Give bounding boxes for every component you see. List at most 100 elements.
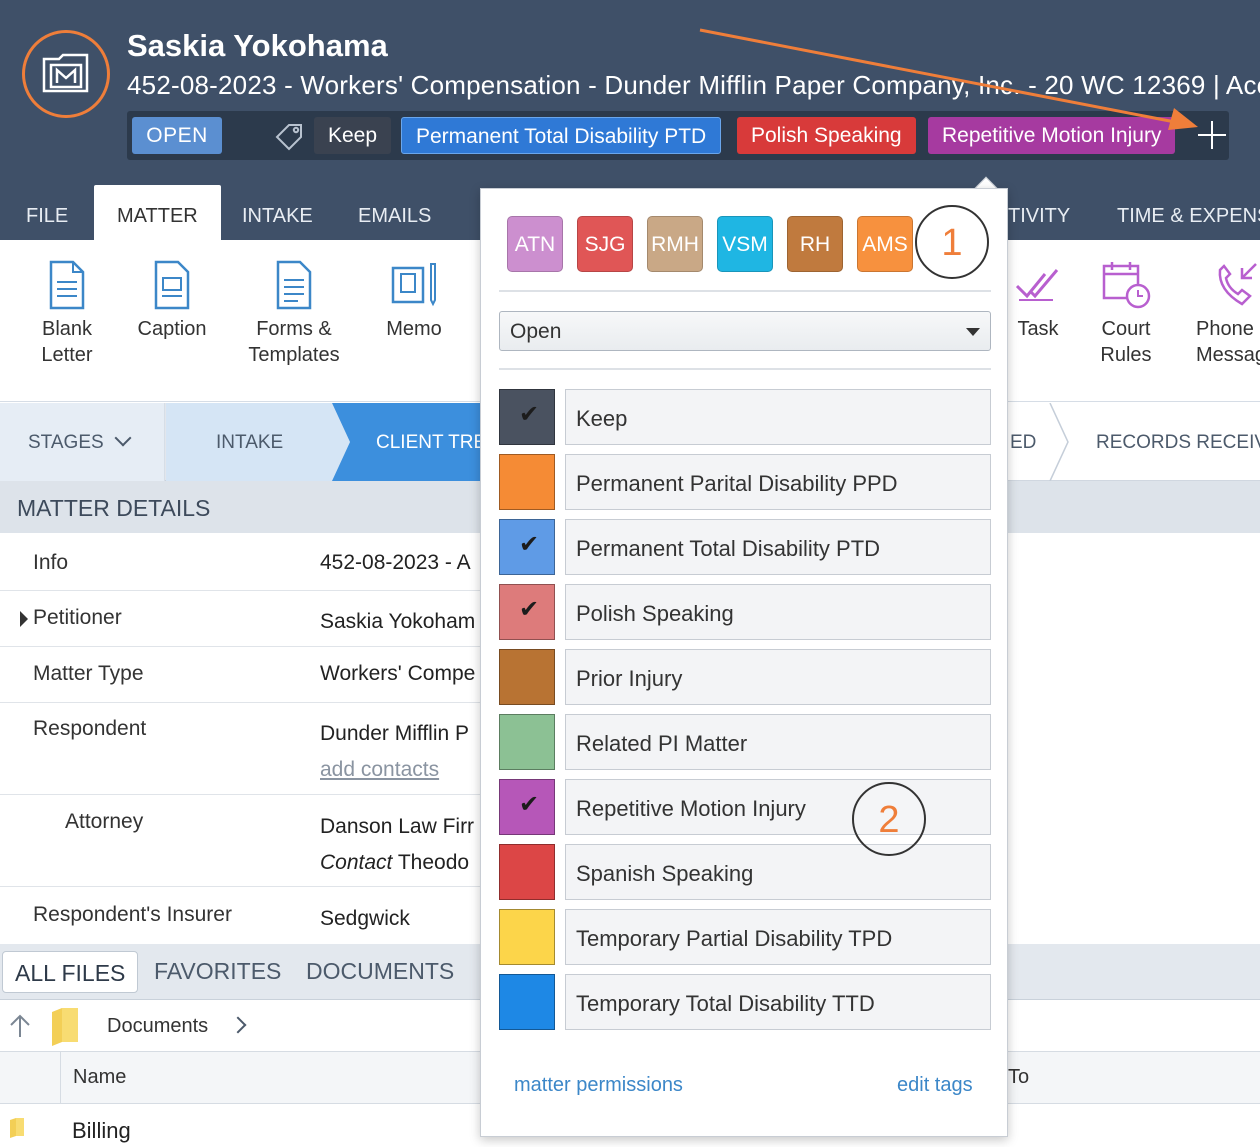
breadcrumb-documents[interactable]: Documents <box>107 1015 208 1038</box>
chevron-right-icon[interactable] <box>229 1016 247 1034</box>
stages-dropdown[interactable]: STAGES <box>28 403 132 481</box>
insurer-value[interactable]: Sedgwick <box>320 907 410 931</box>
stages-label: STAGES <box>28 432 104 453</box>
task-label: Task <box>1017 318 1059 340</box>
check-icon: ✔ <box>519 531 540 558</box>
court-rules-label: Court Rules <box>1100 318 1152 366</box>
user-chip-rh[interactable]: RH <box>787 216 843 272</box>
tag-option-label[interactable]: Spanish Speaking <box>565 844 991 900</box>
calendar-clock-icon <box>1102 262 1151 309</box>
detail-row-info: Info 452-08-2023 - A <box>0 533 490 591</box>
tag-option-label[interactable]: Temporary Total Disability TTD <box>565 974 991 1030</box>
forms-templates-button[interactable]: Forms & Templates <box>244 260 344 368</box>
petitioner-value[interactable]: Saskia Yokoham <box>320 610 475 634</box>
blank-letter-button[interactable]: Blank Letter <box>28 260 106 368</box>
detail-row-insurer: Respondent's Insurer Sedgwick <box>0 887 490 944</box>
petitioner-label: Petitioner <box>33 606 122 629</box>
tag-checkbox[interactable]: ✔ <box>499 519 555 575</box>
tab-emails[interactable]: EMAILS <box>358 190 431 240</box>
user-chip-rmh[interactable]: RMH <box>647 216 703 272</box>
expand-triangle-icon[interactable] <box>20 611 28 627</box>
tag-option-ptd[interactable]: ✔ Permanent Total Disability PTD <box>499 519 991 575</box>
memo-button[interactable]: Memo <box>378 260 450 342</box>
annotation-marker-2: 2 <box>852 782 926 856</box>
stage-client-treatment[interactable]: CLIENT TRE <box>376 403 486 481</box>
attorney-value[interactable]: Danson Law Firr <box>320 815 474 839</box>
matter-permissions-link[interactable]: matter permissions <box>514 1074 683 1097</box>
tab-favorites[interactable]: FAVORITES <box>154 958 281 985</box>
folder-icon <box>52 1008 78 1046</box>
forms-templates-label: Forms & Templates <box>248 318 340 366</box>
tag-checkbox[interactable]: ✔ <box>499 584 555 640</box>
contact-value[interactable]: Theodo <box>398 851 469 874</box>
tag-checkbox[interactable]: ✔ <box>499 779 555 835</box>
tag-option-prior-injury[interactable]: Prior Injury <box>499 649 991 705</box>
document-icon <box>49 260 85 310</box>
phone-message-button[interactable]: Phone Messag <box>1196 260 1260 368</box>
detail-row-respondent: Respondent Dunder Mifflin P add contacts <box>0 703 490 795</box>
tag-option-label[interactable]: Keep <box>565 389 991 445</box>
tab-documents[interactable]: DOCUMENTS <box>306 958 454 985</box>
column-to[interactable]: To <box>1008 1066 1029 1089</box>
status-select[interactable]: Open <box>499 311 991 351</box>
tag-checkbox[interactable] <box>499 844 555 900</box>
status-select-value: Open <box>510 320 562 343</box>
tag-checkbox[interactable] <box>499 714 555 770</box>
tag-option-label[interactable]: Permanent Parital Disability PPD <box>565 454 991 510</box>
attorney-contact: Contact Theodo <box>320 851 469 875</box>
add-contacts-link[interactable]: add contacts <box>320 758 439 782</box>
task-button[interactable]: Task <box>1012 260 1064 342</box>
tag-option-label[interactable]: Permanent Total Disability PTD <box>565 519 991 575</box>
forms-icon <box>276 260 312 310</box>
tab-intake[interactable]: INTAKE <box>242 190 313 240</box>
annotation-arrow-icon <box>699 28 1198 130</box>
court-rules-button[interactable]: Court Rules <box>1092 260 1160 368</box>
tag-option-tpd[interactable]: Temporary Partial Disability TPD <box>499 909 991 965</box>
info-value: 452-08-2023 - A <box>320 551 471 574</box>
caption-icon <box>154 260 190 310</box>
tab-matter[interactable]: MATTER <box>94 185 221 240</box>
tag-checkbox[interactable] <box>499 974 555 1030</box>
tab-file[interactable]: FILE <box>26 190 68 240</box>
tab-all-files[interactable]: ALL FILES <box>2 951 139 993</box>
tag-option-label[interactable]: Related PI Matter <box>565 714 991 770</box>
up-arrow-icon[interactable] <box>8 1013 32 1039</box>
stage-intake[interactable]: INTAKE <box>216 403 283 481</box>
matter-type-label: Matter Type <box>33 662 144 685</box>
tag-option-keep[interactable]: ✔ Keep <box>499 389 991 445</box>
tag-option-label[interactable]: Temporary Partial Disability TPD <box>565 909 991 965</box>
user-chip-vsm[interactable]: VSM <box>717 216 773 272</box>
tag-checkbox[interactable] <box>499 649 555 705</box>
tag-option-polish-speaking[interactable]: ✔ Polish Speaking <box>499 584 991 640</box>
user-chip-sjg[interactable]: SJG <box>577 216 633 272</box>
blank-letter-label: Blank Letter <box>41 318 93 366</box>
tag-option-spanish-speaking[interactable]: Spanish Speaking <box>499 844 991 900</box>
stage-records-received[interactable]: RECORDS RECEIVE <box>1096 403 1260 481</box>
tag-checkbox[interactable] <box>499 909 555 965</box>
check-icon: ✔ <box>519 791 540 818</box>
column-name[interactable]: Name <box>73 1066 126 1089</box>
stage-ed[interactable]: ED <box>1010 403 1036 481</box>
user-chip-atn[interactable]: ATN <box>507 216 563 272</box>
edit-tags-link[interactable]: edit tags <box>897 1074 973 1097</box>
tag-option-related-pi[interactable]: Related PI Matter <box>499 714 991 770</box>
info-label: Info <box>33 551 69 574</box>
tag-checkbox[interactable]: ✔ <box>499 389 555 445</box>
tag-option-ttd[interactable]: Temporary Total Disability TTD <box>499 974 991 1030</box>
memo-label: Memo <box>386 318 442 340</box>
detail-row-matter-type: Matter Type Workers' Compe <box>0 647 490 703</box>
tag-checkbox[interactable] <box>499 454 555 510</box>
caption-button[interactable]: Caption <box>132 260 212 342</box>
detail-row-attorney: Attorney Danson Law Firr Contact Theodo <box>0 795 490 887</box>
tag-option-label[interactable]: Prior Injury <box>565 649 991 705</box>
tab-time-expense[interactable]: TIME & EXPENS <box>1117 190 1260 240</box>
tag-option-ppd[interactable]: Permanent Parital Disability PPD <box>499 454 991 510</box>
respondent-value[interactable]: Dunder Mifflin P <box>320 722 469 746</box>
tag-option-label[interactable]: Polish Speaking <box>565 584 991 640</box>
tab-activity[interactable]: TIVITY <box>1008 190 1070 240</box>
insurer-label: Respondent's Insurer <box>33 903 232 926</box>
user-chip-ams[interactable]: AMS <box>857 216 913 272</box>
tag-option-label[interactable]: Repetitive Motion Injury <box>565 779 991 835</box>
divider <box>499 368 991 370</box>
phone-message-label: Phone Messag <box>1196 318 1260 366</box>
